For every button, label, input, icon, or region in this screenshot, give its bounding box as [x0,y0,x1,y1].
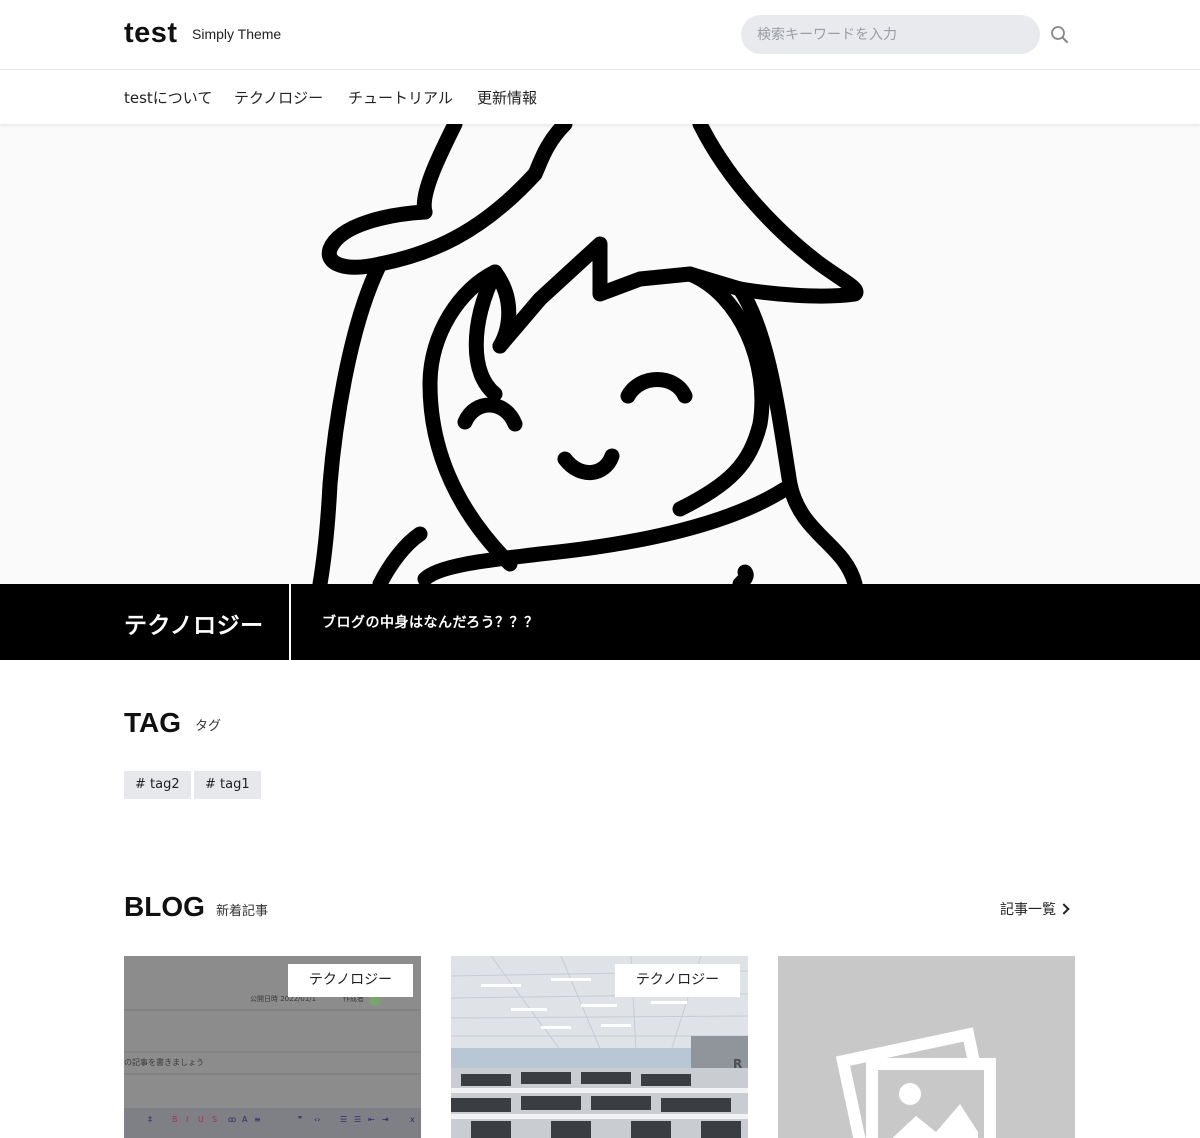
svg-text:ꝏ: ꝏ [228,1115,236,1124]
site-title[interactable]: test [124,17,178,50]
archive-link-label: 記事一覧 [1000,902,1056,918]
blog-card[interactable]: BIUS ‡ ꝏ A ≡ ❞ ‹› ☰ ☰ ⇤ ⇥ x 公開日時 2022/01/1 作成者 の… [124,956,421,1138]
blog-section-subtitle: 新着記事 [216,904,269,919]
tag-chip-tag2[interactable]: # tag2 [124,771,191,799]
archive-link[interactable]: 記事一覧 [1000,899,1070,919]
svg-text:‹›: ‹› [314,1115,320,1124]
band-divider [289,584,291,660]
chevron-right-icon [1058,903,1070,915]
blog-section-title: BLOG [124,891,205,922]
svg-text:A: A [242,1115,248,1124]
search-icon[interactable] [1049,24,1071,46]
image-placeholder-icon [778,956,1075,1138]
card-thumb-text: の記事を書きましょう [124,1058,204,1067]
category-description: ブログの中身はなんだろう？？？ [322,615,539,631]
nav-item-technology[interactable]: テクノロジー [234,87,323,108]
tag-chip-tag1[interactable]: # tag1 [194,771,261,799]
nav-item-about[interactable]: testについて [124,87,212,108]
global-nav: testについて テクノロジー チュートリアル 更新情報 [0,70,1200,124]
search-input[interactable] [741,15,1040,54]
svg-text:≡: ≡ [254,1115,261,1124]
svg-text:B: B [172,1115,178,1124]
hero-illustration [0,124,1200,584]
card-category-badge: テクノロジー [615,964,740,997]
tag-section-title: TAG [124,707,182,738]
blog-card[interactable]: R テクノロジー [451,956,748,1138]
svg-text:⇥: ⇥ [382,1115,389,1124]
tag-section-subtitle: タグ [195,719,222,734]
svg-text:U: U [198,1115,204,1124]
svg-text:S: S [212,1115,217,1124]
svg-text:☰: ☰ [340,1115,347,1124]
card-category-badge: テクノロジー [288,964,413,997]
site-tagline: Simply Theme [192,26,282,42]
svg-text:‡: ‡ [148,1115,152,1124]
site-header: test Simply Theme [0,0,1200,70]
category-header-band: テクノロジー ブログの中身はなんだろう？？？ [0,584,1200,660]
svg-text:⇤: ⇤ [368,1115,375,1124]
blog-card[interactable] [778,956,1075,1138]
svg-text:I: I [186,1115,188,1124]
svg-text:x: x [410,1115,415,1124]
nav-item-updates[interactable]: 更新情報 [477,87,537,108]
svg-text:☰: ☰ [354,1115,361,1124]
nav-item-tutorial[interactable]: チュートリアル [348,87,453,108]
category-title: テクノロジー [124,613,264,639]
svg-text:❞: ❞ [298,1115,302,1124]
